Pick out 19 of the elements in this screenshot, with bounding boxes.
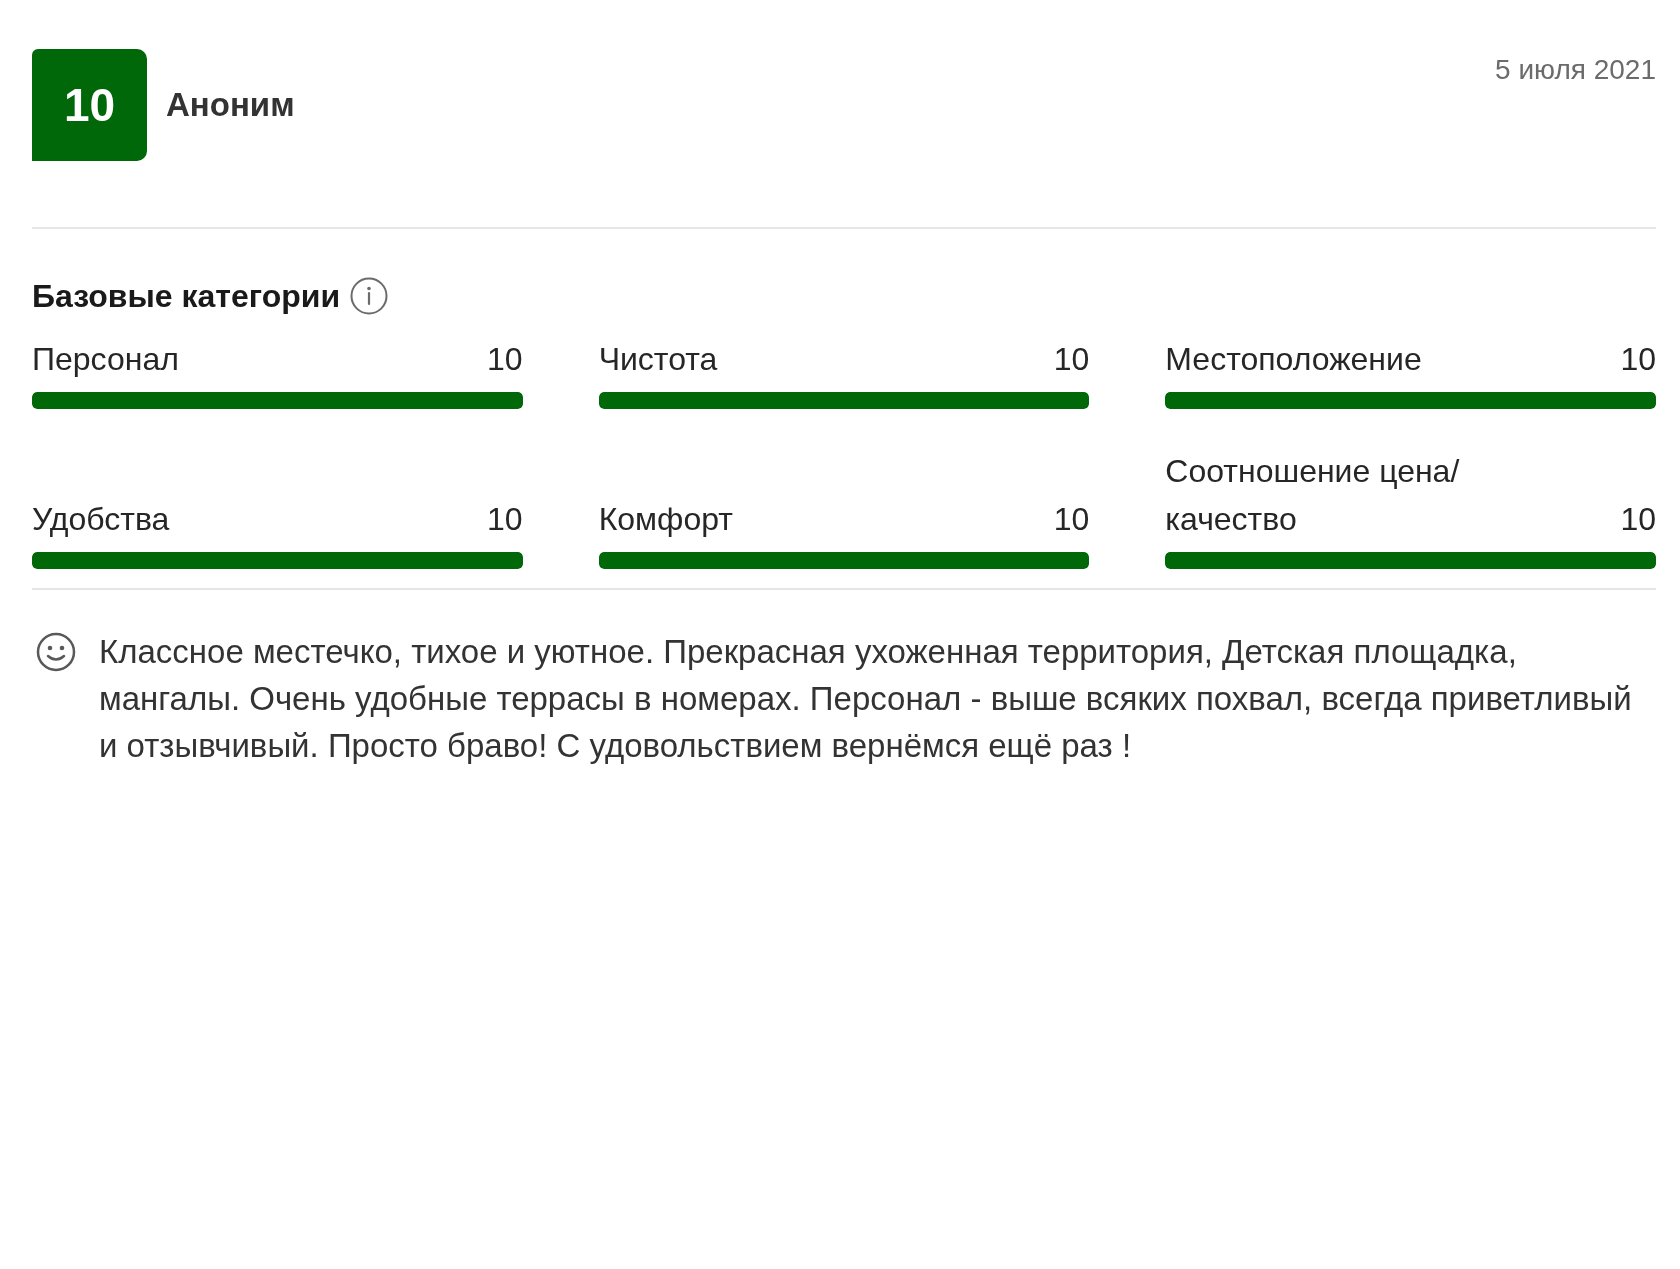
- review-text: Классное местечко, тихое и уютное. Прекрасная ухоженная территория, Детская площадка, мангалы. Очень удобные террасы в номерах. Персонал - выше всяких похвал, всегда приветливый и отзывчивый. Просто браво! С удовольствием вернёмся ещё раз !: [99, 632, 1633, 766]
- category-score: 10: [1620, 500, 1656, 539]
- category-label: Комфорт: [598, 500, 733, 539]
- category-score: 10: [1620, 340, 1656, 379]
- section-title: Базовые категории: [32, 277, 341, 316]
- category-label: Персонал: [32, 340, 179, 379]
- category-label: Чистота: [598, 340, 718, 379]
- info-icon[interactable]: [350, 277, 389, 315]
- smiley-icon: [36, 632, 76, 672]
- category-label: Удобства: [32, 500, 170, 539]
- category-score: 10: [487, 500, 523, 539]
- category-score: 10: [1053, 340, 1090, 379]
- category-label: Местоположение: [1165, 340, 1422, 379]
- review-date: 5 июля 2021: [1495, 53, 1656, 87]
- score-badge: 10: [32, 49, 147, 161]
- category-score: 10: [487, 340, 523, 379]
- category-score: 10: [1053, 500, 1090, 539]
- category-label: Соотношение цена/качество: [1165, 452, 1461, 539]
- reviewer-name: Аноним: [166, 85, 295, 126]
